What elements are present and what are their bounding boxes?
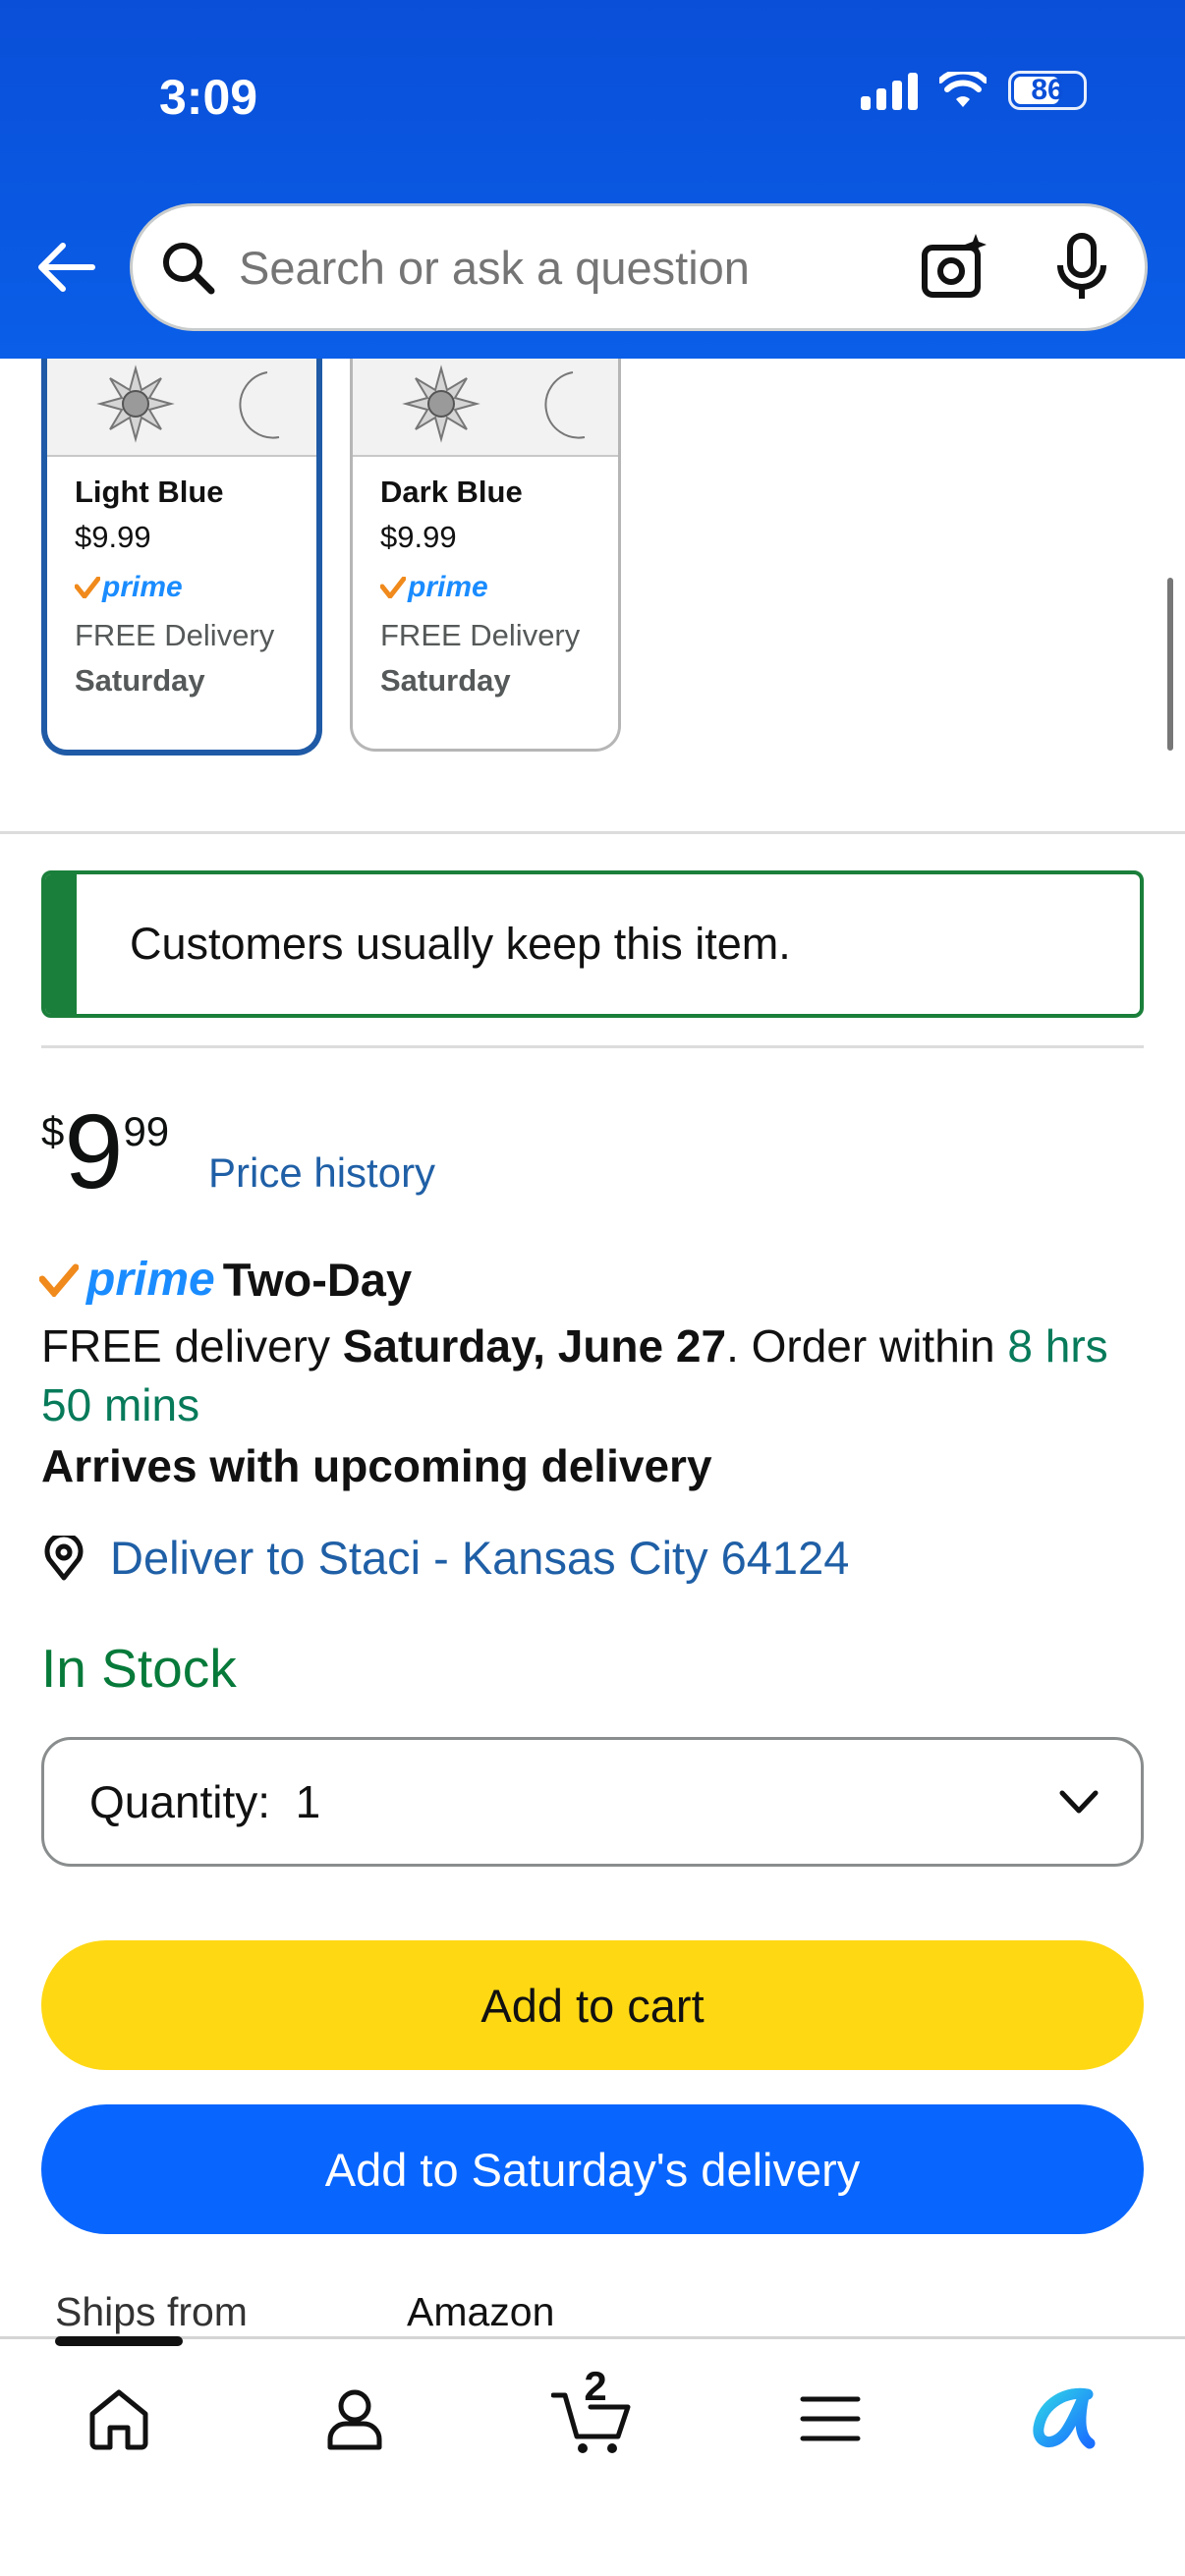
- divider: [0, 831, 1185, 834]
- deliver-to-text: Deliver to Staci - Kansas City 64124: [110, 1532, 850, 1584]
- wifi-icon: [939, 72, 987, 107]
- moon-charm-icon: [544, 371, 586, 439]
- divider: [41, 1045, 1144, 1048]
- variant-card-dark-blue[interactable]: Dark Blue $9.99 prime FREE Delivery Satu…: [350, 359, 621, 752]
- keep-item-notice: Customers usually keep this item.: [41, 870, 1144, 1018]
- ships-from-label: Ships from: [55, 2289, 248, 2334]
- variant-image: [47, 359, 316, 457]
- quantity-value: 1: [295, 1776, 321, 1827]
- ships-from-value: Amazon: [407, 2289, 555, 2334]
- prime-logo: prime: [86, 1254, 215, 1306]
- nav-menu[interactable]: [786, 2375, 875, 2463]
- status-icons: 86: [861, 71, 1087, 110]
- microphone-icon[interactable]: [1054, 232, 1109, 303]
- nav-cart[interactable]: 2: [548, 2363, 637, 2463]
- bottom-navigation: 2: [0, 2336, 1185, 2576]
- quantity-select[interactable]: Quantity: 1: [41, 1737, 1144, 1867]
- nav-account[interactable]: [310, 2375, 399, 2463]
- prime-check-icon: [39, 1263, 79, 1297]
- header-bar: 3:09 86: [0, 0, 1185, 359]
- prime-badge: prime: [75, 571, 316, 604]
- price-display: $ 9 99: [41, 1092, 170, 1210]
- arrives-note: Arrives with upcoming delivery: [41, 1440, 712, 1491]
- sun-charm-icon: [96, 364, 175, 443]
- cart-count-badge: 2: [584, 2363, 607, 2409]
- camera-search-icon[interactable]: [919, 232, 989, 303]
- prime-check-icon: [75, 577, 100, 598]
- variant-delivery-day: Saturday: [75, 663, 205, 698]
- prime-badge: prime: [380, 571, 618, 604]
- prime-two-day: prime Two-Day: [39, 1253, 412, 1307]
- location-pin-icon: [44, 1535, 84, 1580]
- stock-status: In Stock: [41, 1638, 237, 1699]
- section-tab-indicator: [55, 2336, 183, 2346]
- variant-delivery: FREE Delivery: [75, 618, 275, 652]
- variant-selector: Light Blue $9.99 prime FREE Delivery Sat…: [41, 359, 621, 756]
- delivery-info: FREE delivery Saturday, June 27. Order w…: [41, 1320, 1108, 1430]
- chevron-down-icon: [1059, 1790, 1099, 1814]
- status-time: 3:09: [159, 70, 258, 125]
- battery-icon: 86: [1008, 71, 1087, 110]
- variant-price: $9.99: [380, 520, 457, 554]
- prime-check-icon: [380, 577, 406, 598]
- variant-delivery-day: Saturday: [380, 663, 511, 698]
- variant-price: $9.99: [75, 520, 151, 554]
- price-history-link[interactable]: Price history: [208, 1149, 435, 1197]
- nav-home[interactable]: [75, 2375, 163, 2463]
- moon-charm-icon: [239, 371, 280, 439]
- variant-name: Light Blue: [75, 475, 224, 509]
- price-cents: 99: [123, 1108, 170, 1154]
- add-to-cart-button[interactable]: Add to cart: [41, 1940, 1144, 2070]
- search-icon: [163, 243, 215, 295]
- sun-charm-icon: [402, 364, 480, 443]
- variant-image: [353, 359, 618, 457]
- keep-item-text: Customers usually keep this item.: [130, 919, 791, 969]
- variant-name: Dark Blue: [380, 475, 523, 509]
- search-input[interactable]: [239, 240, 868, 295]
- variant-delivery: FREE Delivery: [380, 618, 581, 652]
- home-icon: [89, 2389, 148, 2450]
- search-bar[interactable]: [130, 203, 1148, 331]
- add-to-delivery-button[interactable]: Add to Saturday's delivery: [41, 2104, 1144, 2234]
- variant-card-light-blue[interactable]: Light Blue $9.99 prime FREE Delivery Sat…: [41, 359, 322, 756]
- deliver-to-link[interactable]: Deliver to Staci - Kansas City 64124: [41, 1531, 849, 1585]
- battery-level: 86: [1031, 74, 1064, 106]
- prime-speed: Two-Day: [222, 1254, 413, 1306]
- rufus-assistant-icon: [1033, 2387, 1096, 2449]
- back-arrow-icon[interactable]: [33, 236, 96, 299]
- delivery-date: Saturday, June 27: [342, 1320, 727, 1372]
- price-dollars: 9: [64, 1092, 124, 1210]
- price-currency: $: [41, 1108, 65, 1154]
- menu-icon: [800, 2396, 861, 2441]
- nav-rufus[interactable]: [1022, 2375, 1110, 2463]
- scroll-indicator: [1167, 578, 1173, 751]
- cellular-signal-icon: [861, 71, 918, 110]
- quantity-label: Quantity: 1: [89, 1776, 321, 1827]
- account-icon: [327, 2389, 382, 2450]
